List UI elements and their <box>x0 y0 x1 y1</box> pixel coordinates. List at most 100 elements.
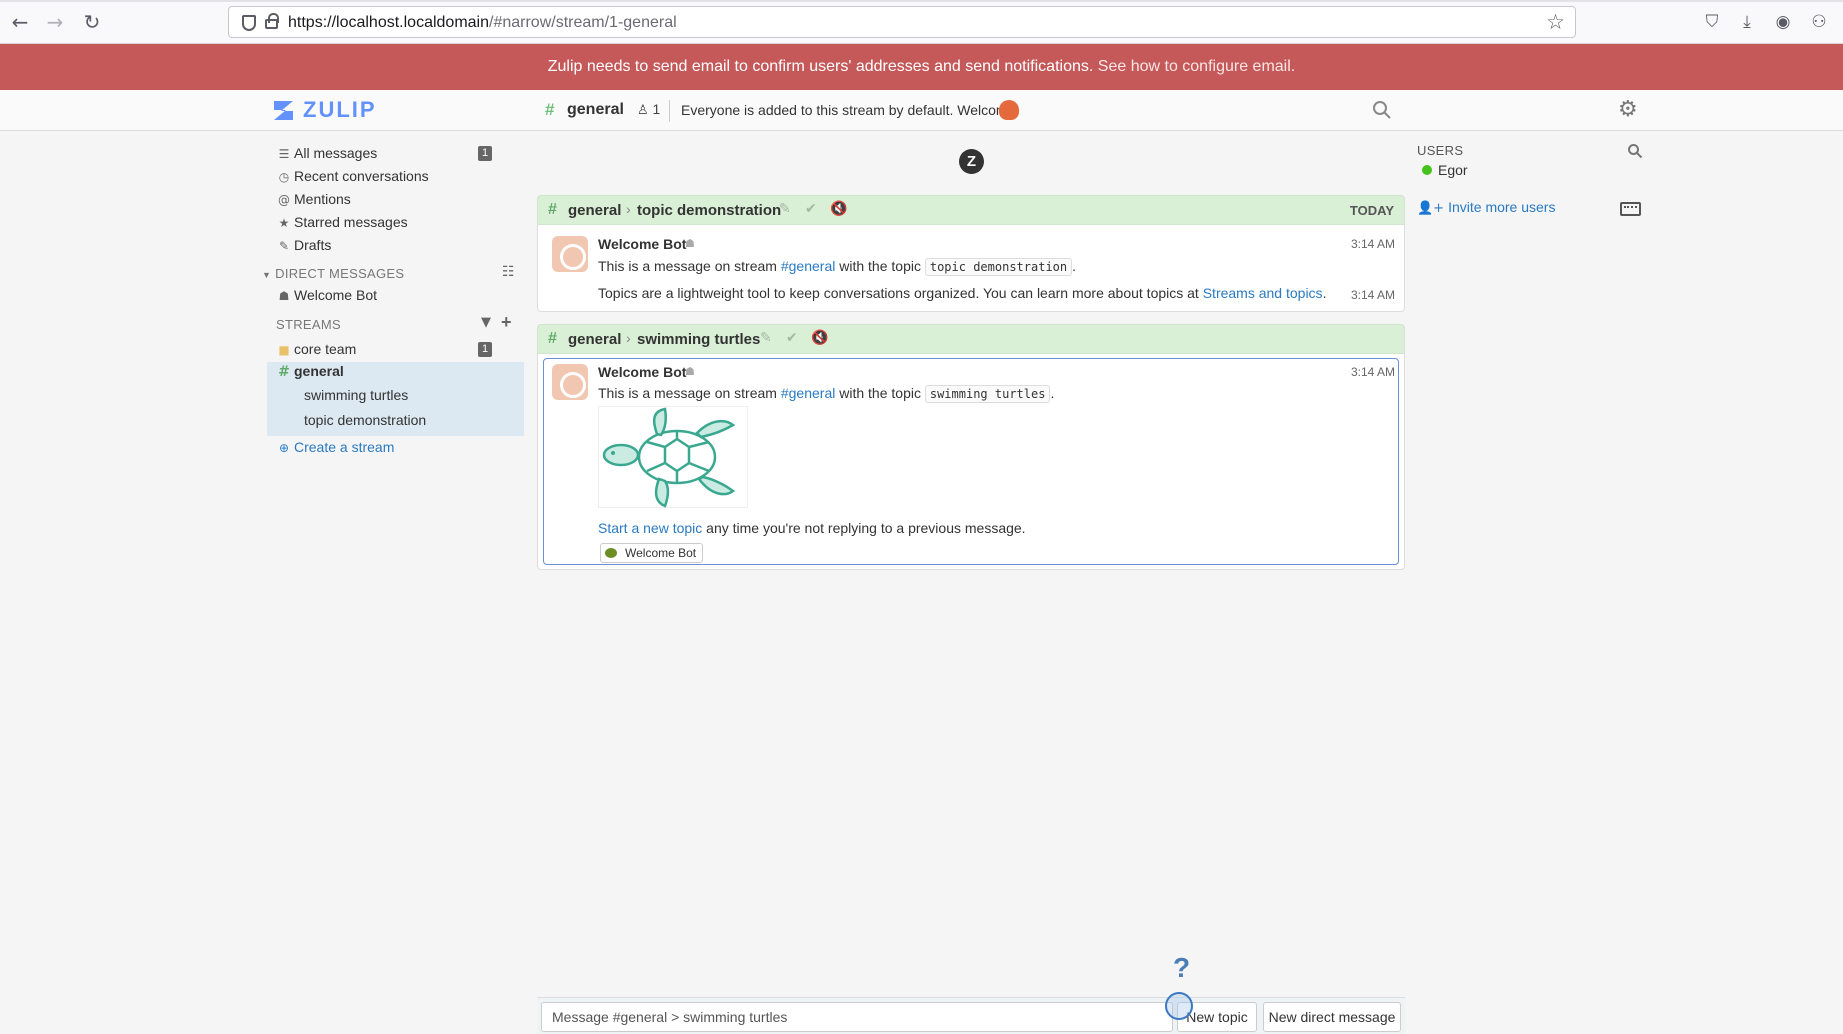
back-icon[interactable]: ← <box>9 11 31 33</box>
recipient-topic[interactable]: topic demonstration <box>637 202 781 219</box>
mute-topic-icon[interactable]: 🔇 <box>830 201 847 217</box>
user-search-icon[interactable] <box>1627 143 1643 159</box>
url-text[interactable]: https://localhost.localdomain/#narrow/st… <box>288 14 677 32</box>
edit-topic-icon[interactable]: ✎ <box>760 330 772 346</box>
plus-circle-icon: ⊕ <box>278 441 290 455</box>
bookmark-star-icon[interactable]: ☆ <box>1546 10 1565 34</box>
filter-streams-icon[interactable]: ▼ <box>481 315 491 330</box>
emoji-reaction[interactable]: Welcome Bot <box>600 543 704 563</box>
stream-item-core-team[interactable]: ■ core team 1 <box>276 338 506 360</box>
turtle-image[interactable] <box>598 406 748 508</box>
topic-item-swimming-turtles[interactable]: swimming turtles <box>304 384 534 406</box>
search-icon[interactable] <box>1372 100 1392 120</box>
presence-active-icon <box>1422 165 1432 175</box>
extensions-icon[interactable]: ⚇ <box>1808 11 1830 33</box>
hash-icon: # <box>548 201 557 218</box>
settings-gear-icon[interactable]: ⚙ <box>1618 99 1638 121</box>
mute-topic-icon[interactable]: 🔇 <box>811 330 828 346</box>
chevron-down-icon[interactable]: ▼ <box>262 270 271 280</box>
sidebar-item-mentions[interactable]: @ Mentions <box>276 188 506 210</box>
address-bar[interactable]: https://localhost.localdomain/#narrow/st… <box>228 6 1576 38</box>
resolve-topic-icon[interactable]: ✔ <box>786 330 798 346</box>
user-item-egor[interactable]: Egor <box>1422 162 1468 178</box>
avatar[interactable] <box>552 364 588 400</box>
sender-name[interactable]: Welcome Bot <box>598 364 686 380</box>
hash-icon: # <box>278 364 290 380</box>
sidebar-item-label: Starred messages <box>294 214 408 230</box>
bot-icon: ☗ <box>685 365 695 378</box>
invite-label: Invite more users <box>1448 199 1556 215</box>
reload-icon[interactable]: ↻ <box>81 11 103 33</box>
dm-item-welcome-bot[interactable]: ☗ Welcome Bot <box>276 284 506 306</box>
reaction-label: Welcome Bot <box>625 546 697 560</box>
message-date: TODAY <box>1349 203 1394 218</box>
stream-link[interactable]: #general <box>781 258 836 274</box>
message-time[interactable]: 3:14 AM <box>1351 288 1395 302</box>
sender-name[interactable]: Welcome Bot <box>598 236 686 252</box>
message-text: This is a message on stream <box>598 258 777 274</box>
message-text: Topics are a lightweight tool to keep co… <box>598 285 1199 301</box>
edit-topic-icon[interactable]: ✎ <box>779 201 791 217</box>
downloads-icon[interactable]: ⤓ <box>1736 11 1758 33</box>
message-box[interactable]: Welcome Bot ☗ 3:14 AM This is a message … <box>537 225 1405 312</box>
user-icon: ♙ <box>637 103 649 118</box>
add-stream-icon[interactable]: + <box>501 312 512 333</box>
at-icon: @ <box>278 193 290 207</box>
dm-list-icon[interactable]: ☷ <box>502 264 515 280</box>
header-stream-name[interactable]: general <box>567 101 624 119</box>
streams-topics-link[interactable]: Streams and topics <box>1203 285 1323 301</box>
account-icon[interactable]: ◉ <box>1772 11 1794 33</box>
subscriber-count-value: 1 <box>652 101 661 117</box>
pocket-icon[interactable]: ⛉ <box>1701 11 1723 33</box>
invite-users-link[interactable]: 👤+ Invite more users <box>1417 199 1555 216</box>
resolve-topic-icon[interactable]: ✔ <box>805 201 817 217</box>
user-name: Egor <box>1438 162 1468 178</box>
email-config-banner: Zulip needs to send email to confirm use… <box>0 44 1843 90</box>
message-text: any time you're not replying to a previo… <box>706 520 1026 536</box>
zulip-logo-text[interactable]: ZULIP <box>303 97 377 123</box>
topic-item-topic-demonstration[interactable]: topic demonstration <box>304 409 534 431</box>
bot-icon: ☗ <box>685 237 695 250</box>
message-content: This is a message on stream #general wit… <box>598 258 1077 276</box>
recipient-bar[interactable]: # general › swimming turtles ✎ ✔ 🔇 <box>537 324 1405 354</box>
recipient-stream[interactable]: general <box>568 202 621 219</box>
configure-email-link[interactable]: See how to configure email. <box>1098 58 1295 75</box>
message-time[interactable]: 3:14 AM <box>1351 237 1395 251</box>
new-direct-message-button[interactable]: New direct message <box>1263 1002 1401 1032</box>
forward-icon[interactable]: → <box>44 11 66 33</box>
subscriber-count[interactable]: ♙ 1 <box>637 101 660 118</box>
message-time[interactable]: 3:14 AM <box>1351 365 1395 379</box>
sidebar-item-starred[interactable]: ★ Starred messages <box>276 211 506 233</box>
compose-message-input[interactable]: Message #general > swimming turtles <box>541 1002 1173 1032</box>
sidebar-item-label: Recent conversations <box>294 168 429 184</box>
zulip-logo-icon[interactable] <box>271 98 296 123</box>
unread-badge: 1 <box>478 342 492 357</box>
recipient-bar[interactable]: # general › topic demonstration ✎ ✔ 🔇 TO… <box>537 195 1405 225</box>
recipient-topic[interactable]: swimming turtles <box>637 331 760 348</box>
sidebar-item-all-messages[interactable]: ☰ All messages 1 <box>276 142 506 164</box>
stream-item-general[interactable]: # general <box>276 360 506 382</box>
keyboard-shortcuts-icon[interactable] <box>1620 202 1641 216</box>
shield-icon[interactable] <box>242 15 256 31</box>
stream-hash-icon: # <box>545 100 555 119</box>
lock-icon[interactable] <box>265 13 279 29</box>
help-question-icon[interactable]: ? <box>1173 952 1190 984</box>
recipient-stream[interactable]: general <box>568 331 621 348</box>
inline-code: swimming turtles <box>924 385 1051 403</box>
start-new-topic-link[interactable]: Start a new topic <box>598 520 702 536</box>
streams-section-header[interactable]: STREAMS <box>276 317 341 332</box>
message-text: with the topic <box>839 258 921 274</box>
sidebar-item-recent-conversations[interactable]: ◷ Recent conversations <box>276 165 506 187</box>
sidebar-item-label: Mentions <box>294 191 351 207</box>
sidebar-item-drafts[interactable]: ✎ Drafts <box>276 234 506 256</box>
pencil-icon: ✎ <box>278 239 290 253</box>
message-content: This is a message on stream #general wit… <box>598 385 1055 403</box>
dm-section-header[interactable]: ▼ DIRECT MESSAGES <box>262 266 404 281</box>
dm-header-label: DIRECT MESSAGES <box>275 266 405 281</box>
users-header: USERS <box>1417 143 1464 158</box>
create-stream-link[interactable]: ⊕ Create a stream <box>276 436 506 458</box>
message-box[interactable]: Welcome Bot ☗ 3:14 AM This is a message … <box>537 354 1405 570</box>
avatar[interactable] <box>552 236 588 272</box>
chevron-right-icon: › <box>626 201 631 217</box>
stream-link[interactable]: #general <box>781 385 836 401</box>
